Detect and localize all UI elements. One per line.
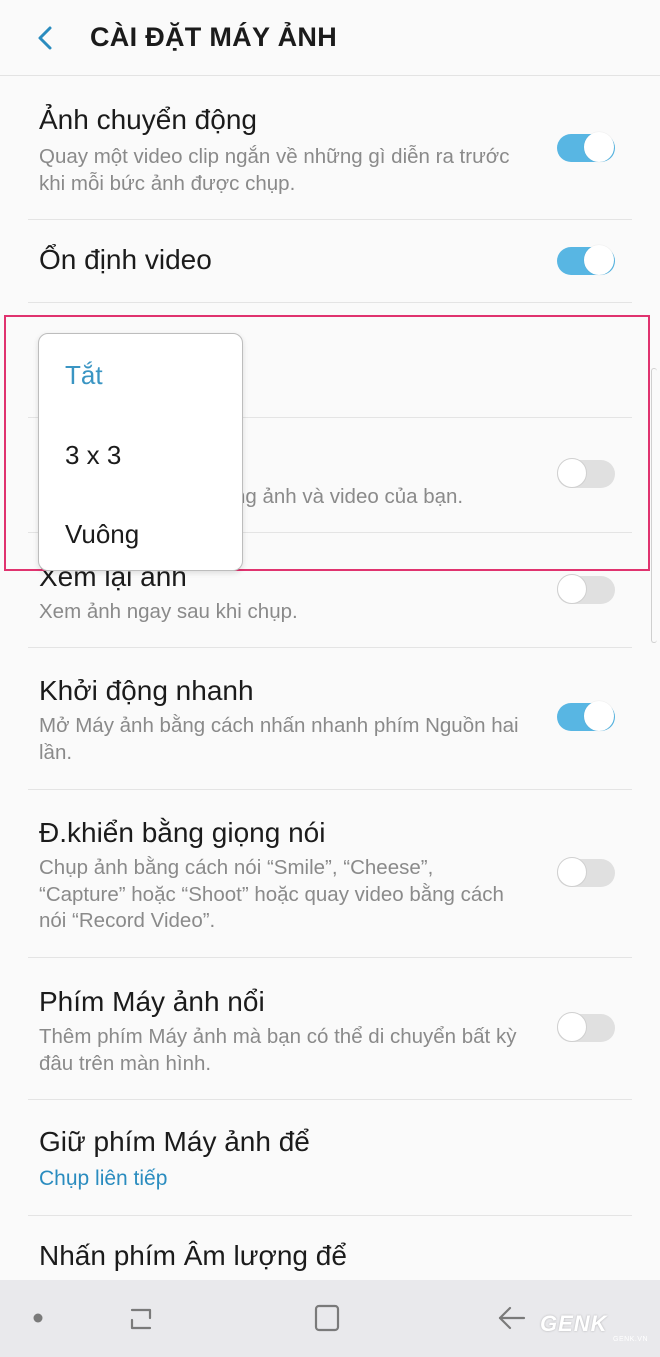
recent-apps-icon bbox=[130, 1308, 152, 1330]
back-button[interactable] bbox=[28, 18, 64, 58]
setting-motion-photo[interactable]: Ảnh chuyển động Quay một video clip ngắn… bbox=[28, 76, 632, 220]
setting-description: Chụp ảnh bằng cách nói “Smile”, “Cheese”… bbox=[39, 856, 504, 932]
toggle-knob bbox=[584, 132, 614, 162]
toggle-knob bbox=[557, 1012, 587, 1042]
setting-description: ng ảnh và video của bạn. bbox=[234, 485, 464, 508]
setting-description: Mở Máy ảnh bằng cách nhấn nhanh phím Ngu… bbox=[39, 714, 519, 764]
toggle-knob bbox=[557, 857, 587, 887]
back-arrow-icon bbox=[498, 1306, 526, 1330]
setting-title: Giữ phím Máy ảnh để bbox=[39, 1126, 310, 1157]
setting-floating-camera-button[interactable]: Phím Máy ảnh nổi Thêm phím Máy ảnh mà bạ… bbox=[28, 958, 632, 1100]
setting-quick-launch[interactable]: Khởi động nhanh Mở Máy ảnh bằng cách nhấ… bbox=[28, 648, 632, 790]
setting-value: Chụp liên tiếp bbox=[39, 1167, 168, 1190]
setting-description: Quay một video clip ngắn về những gì diễ… bbox=[39, 145, 510, 195]
dropdown-option-square[interactable]: Vuông bbox=[65, 519, 139, 550]
dropdown-option-3x3[interactable]: 3 x 3 bbox=[65, 440, 121, 471]
camera-settings-screen: CÀI ĐẶT MÁY ẢNH Ảnh chuyển động Quay một… bbox=[0, 0, 660, 1357]
home-icon bbox=[314, 1304, 340, 1332]
chevron-left-icon bbox=[38, 26, 52, 50]
toggle-knob bbox=[584, 701, 614, 731]
setting-title: Đ.khiển bằng giọng nói bbox=[39, 817, 326, 848]
floating-camera-button-toggle[interactable] bbox=[557, 1012, 617, 1044]
nav-recent-apps-button[interactable] bbox=[122, 1298, 162, 1338]
toggle-knob bbox=[557, 458, 587, 488]
system-navigation-bar: GENK GENK.VN bbox=[0, 1280, 660, 1357]
setting-hold-camera-button[interactable]: Giữ phím Máy ảnh để Chụp liên tiếp bbox=[28, 1100, 632, 1216]
nav-dot-button[interactable] bbox=[18, 1298, 58, 1338]
dot-icon bbox=[33, 1313, 43, 1323]
setting-video-stabilization[interactable]: Ổn định video bbox=[28, 220, 632, 303]
toggle-knob bbox=[557, 574, 587, 604]
video-stabilization-toggle[interactable] bbox=[557, 245, 617, 277]
location-tags-toggle[interactable] bbox=[557, 458, 617, 490]
voice-control-toggle[interactable] bbox=[557, 857, 617, 889]
genk-watermark-logo: GENK bbox=[540, 1311, 608, 1336]
quick-launch-toggle[interactable] bbox=[557, 701, 617, 733]
setting-volume-key-action[interactable]: Nhấn phím Âm lượng để bbox=[28, 1216, 632, 1286]
setting-voice-control[interactable]: Đ.khiển bằng giọng nói Chụp ảnh bằng các… bbox=[28, 790, 632, 958]
setting-title: Khởi động nhanh bbox=[39, 675, 254, 706]
motion-photo-toggle[interactable] bbox=[557, 132, 617, 164]
dropdown-option-off[interactable]: Tắt bbox=[65, 360, 103, 391]
setting-description: Thêm phím Máy ảnh mà bạn có thể di chuyể… bbox=[39, 1025, 517, 1075]
genk-watermark-subtext: GENK.VN bbox=[613, 1336, 649, 1343]
app-bar: CÀI ĐẶT MÁY ẢNH bbox=[0, 0, 660, 76]
grid-lines-dropdown: Tắt 3 x 3 Vuông bbox=[38, 333, 243, 571]
page-title: CÀI ĐẶT MÁY ẢNH bbox=[90, 22, 337, 52]
setting-title: Ảnh chuyển động bbox=[39, 104, 257, 135]
nav-back-button[interactable] bbox=[492, 1298, 532, 1338]
setting-description: Xem ảnh ngay sau khi chụp. bbox=[39, 600, 298, 623]
nav-home-button[interactable] bbox=[307, 1298, 347, 1338]
scroll-indicator[interactable] bbox=[651, 368, 657, 643]
setting-title: Nhấn phím Âm lượng để bbox=[39, 1240, 347, 1271]
review-pictures-toggle[interactable] bbox=[557, 574, 617, 606]
setting-title: Phím Máy ảnh nổi bbox=[39, 986, 265, 1017]
toggle-knob bbox=[584, 245, 614, 275]
setting-title: Ổn định video bbox=[39, 244, 212, 275]
